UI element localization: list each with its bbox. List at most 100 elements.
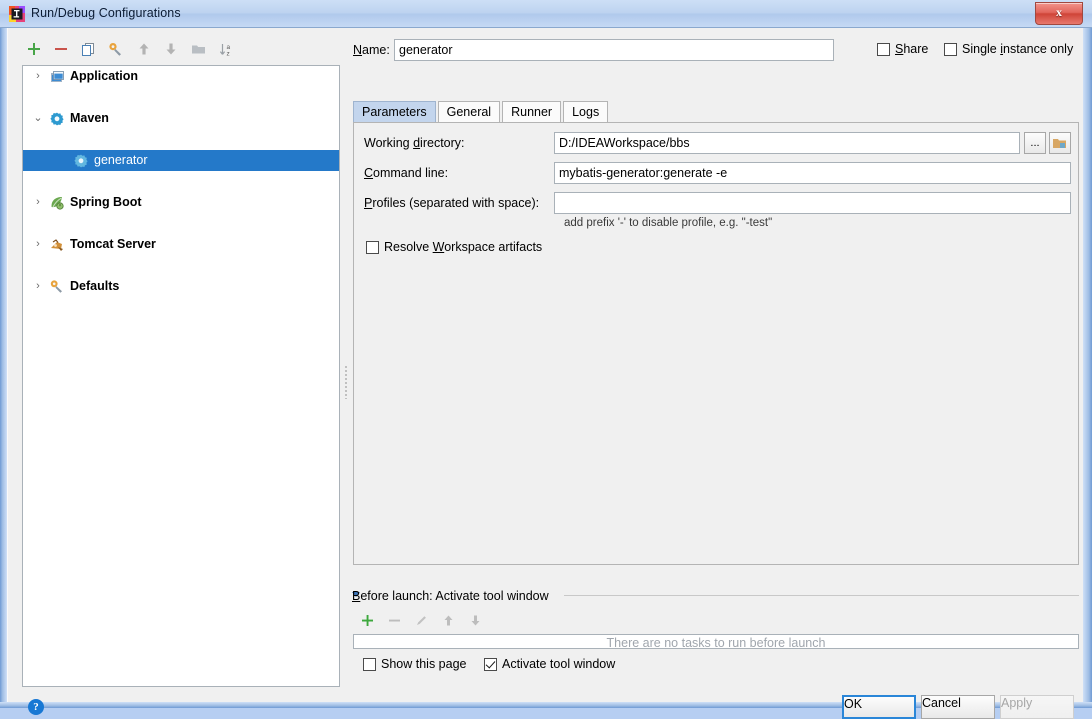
command-line-input[interactable]	[554, 162, 1071, 184]
share-label-text: hare	[903, 42, 929, 56]
before-launch-header: Before launch: Activate tool window	[352, 589, 549, 603]
application-icon	[51, 71, 64, 82]
run-debug-configurations-dialog: Run/Debug Configurations x a z › Applica…	[0, 0, 1092, 719]
title-bar: Run/Debug Configurations x	[0, 0, 1092, 28]
tree-node-label: Defaults	[70, 279, 120, 293]
task-move-up-button[interactable]	[437, 611, 459, 631]
tab-parameters[interactable]: Parameters	[353, 101, 436, 122]
pencil-icon	[416, 616, 426, 625]
share-label: Share	[895, 42, 929, 56]
tab-runner[interactable]: Runner	[502, 101, 562, 122]
tree-node-tomcat-server[interactable]: › Tomcat Server	[23, 234, 339, 255]
activate-tool-window-checkbox[interactable]	[484, 658, 497, 671]
show-this-page-label: Show this page	[381, 657, 467, 671]
working-directory-label: Working directory:	[364, 136, 465, 150]
window-border-left	[0, 28, 7, 708]
tree-node-application[interactable]: › Application	[23, 66, 339, 87]
move-down-button[interactable]	[159, 38, 183, 62]
arrow-up-icon	[139, 43, 149, 55]
tab-label: Runner	[511, 105, 553, 119]
activate-tool-window-label: Activate tool window	[502, 657, 616, 671]
tab-label: General	[446, 105, 492, 119]
expand-arrow-icon[interactable]: ›	[31, 66, 45, 87]
create-folder-button[interactable]	[186, 38, 210, 62]
splitter-handle	[344, 365, 348, 399]
arrow-down-icon	[471, 615, 479, 626]
tree-node-generator[interactable]: generator	[23, 150, 339, 171]
ok-button[interactable]: OK	[842, 695, 916, 719]
before-launch-header-text: efore launch: Activate tool window	[360, 589, 549, 603]
expand-arrow-icon[interactable]: ›	[31, 234, 45, 255]
before-launch-divider	[564, 595, 1079, 596]
remove-task-button[interactable]	[383, 611, 405, 631]
before-launch-empty-text: There are no tasks to run before launch	[606, 636, 826, 649]
browse-module-button[interactable]	[1049, 132, 1071, 154]
profiles-input[interactable]	[554, 192, 1071, 214]
single-instance-checkbox[interactable]	[944, 43, 957, 56]
cancel-button[interactable]: Cancel	[921, 695, 995, 719]
ok-button-label: OK	[844, 697, 863, 711]
task-move-down-button[interactable]	[464, 611, 486, 631]
defaults-icon	[50, 280, 62, 293]
tree-node-maven[interactable]: ⌄ Maven	[23, 108, 339, 129]
tab-logs[interactable]: Logs	[563, 101, 609, 122]
plus-icon	[28, 43, 40, 55]
move-up-button[interactable]	[132, 38, 156, 62]
panel-splitter[interactable]	[342, 65, 350, 687]
add-task-button[interactable]	[356, 611, 378, 631]
share-checkbox[interactable]	[877, 43, 890, 56]
wrench-icon	[108, 43, 121, 56]
show-this-page-checkbox[interactable]	[363, 658, 376, 671]
close-icon: x	[1056, 5, 1062, 19]
remove-configuration-button[interactable]	[49, 38, 73, 62]
arrow-up-icon	[444, 615, 452, 626]
close-button[interactable]: x	[1035, 2, 1083, 25]
working-directory-input[interactable]	[554, 132, 1020, 154]
expand-arrow-icon[interactable]: ›	[31, 192, 45, 213]
tree-node-label: Tomcat Server	[70, 237, 156, 251]
tab-general[interactable]: General	[437, 101, 501, 122]
edit-templates-button[interactable]	[103, 38, 127, 62]
edit-task-button[interactable]	[410, 611, 432, 631]
tree-node-defaults[interactable]: › Defaults	[23, 276, 339, 297]
expand-arrow-icon[interactable]: ›	[31, 276, 45, 297]
add-configuration-button[interactable]	[22, 38, 46, 62]
arrow-down-icon	[166, 43, 176, 55]
folder-module-icon	[1053, 139, 1066, 148]
minus-icon	[388, 619, 400, 622]
before-launch-task-list[interactable]: There are no tasks to run before launch	[353, 634, 1079, 649]
tree-node-label: Maven	[70, 111, 109, 125]
configurations-tree[interactable]: › Application ⌄ Maven generator › Spring…	[22, 65, 340, 687]
configuration-tabs: Parameters General Runner Logs	[353, 101, 610, 122]
name-input[interactable]	[394, 39, 834, 61]
tab-label: Parameters	[362, 105, 427, 119]
collapse-arrow-icon[interactable]: ⌄	[31, 108, 45, 129]
name-label-text: ame:	[362, 43, 390, 57]
sort-configurations-button[interactable]: a z	[214, 38, 238, 62]
window-title: Run/Debug Configurations	[31, 6, 181, 20]
window-border-right	[1083, 28, 1092, 708]
tree-node-label: generator	[94, 153, 148, 167]
configurations-toolbar: a z	[22, 38, 332, 64]
tab-label: Logs	[572, 105, 600, 119]
tree-node-label: Spring Boot	[70, 195, 142, 209]
copy-configuration-button[interactable]	[76, 38, 100, 62]
apply-button[interactable]: Apply	[1000, 695, 1074, 719]
maven-icon	[74, 154, 88, 168]
minus-icon	[55, 48, 67, 50]
browse-directory-button[interactable]: ...	[1024, 132, 1046, 154]
dialog-content: a z › Application ⌄ Maven generator › Sp…	[7, 28, 1083, 719]
svg-text:z: z	[226, 51, 229, 57]
intellij-idea-icon	[9, 6, 25, 22]
profiles-label: Profiles (separated with space):	[364, 196, 540, 210]
help-button[interactable]: ?	[28, 699, 44, 715]
sort-az-icon: a z	[219, 44, 230, 57]
single-instance-label: Single instance only	[962, 42, 1074, 56]
copy-icon	[82, 43, 94, 56]
spring-boot-icon	[51, 197, 64, 210]
folder-icon	[191, 45, 205, 54]
tree-node-spring-boot[interactable]: › Spring Boot	[23, 192, 339, 213]
parameters-tab-panel	[353, 122, 1079, 565]
tomcat-icon	[51, 239, 63, 251]
resolve-workspace-artifacts-checkbox[interactable]	[366, 241, 379, 254]
